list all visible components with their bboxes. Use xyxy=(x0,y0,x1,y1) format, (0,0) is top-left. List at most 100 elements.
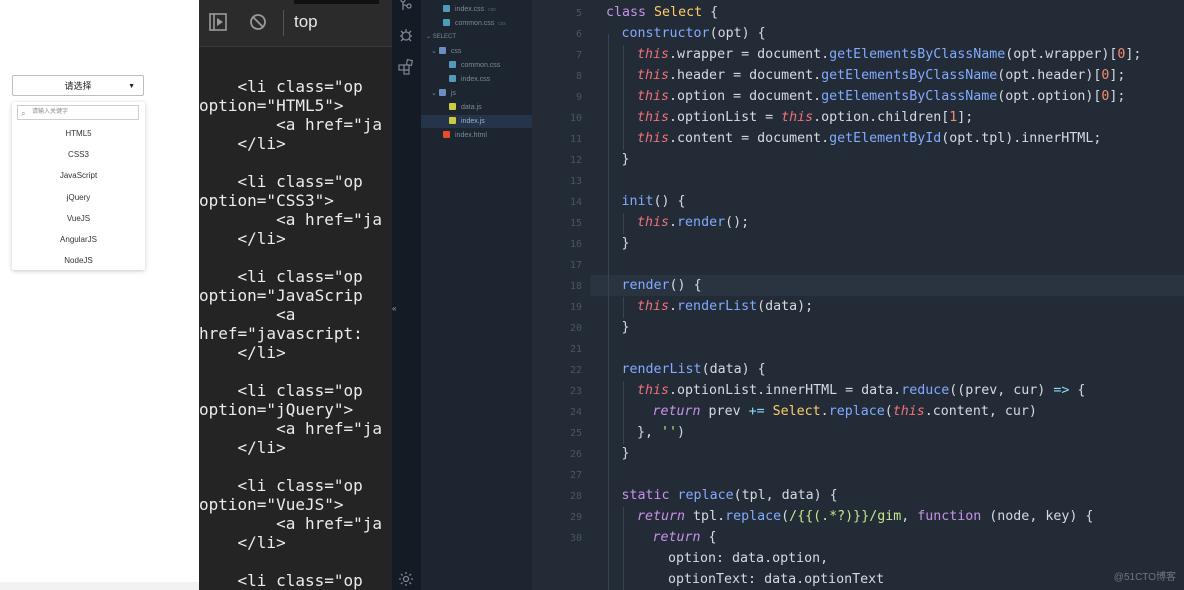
extensions-icon[interactable] xyxy=(398,59,414,75)
vscode-explorer: index.css css common.css css ⌄ SELECT ⌄ cs… xyxy=(392,0,532,590)
code-token: (data) { xyxy=(701,362,766,377)
settings-gear-icon[interactable] xyxy=(398,571,414,587)
option-item[interactable]: jQuery xyxy=(12,187,145,208)
option-item[interactable]: HTML5 xyxy=(12,123,145,144)
indent-guide xyxy=(623,507,624,590)
line-number: 11 xyxy=(569,134,582,145)
select-dropdown-panel: ⌕ 请输入关键字 HTML5 CSS3 JavaScript jQuery Vu… xyxy=(12,102,145,270)
code-token: (node, key) { xyxy=(981,509,1094,524)
code-token: { xyxy=(702,5,719,20)
code-line: this.option = document.getElementsByClas… xyxy=(637,86,1125,107)
line-number: 28 xyxy=(569,491,582,502)
panel-collapse-icon[interactable]: « xyxy=(392,304,396,313)
search-input[interactable]: ⌕ 请输入关键字 xyxy=(17,105,139,120)
devtools-elements-panel: top <li class="op option="HTML5"> <a hre… xyxy=(199,0,392,590)
line-number: 25 xyxy=(569,428,582,439)
code-token: ]; xyxy=(1109,89,1126,104)
code-line: optionText: data.optionText xyxy=(668,569,884,590)
option-item[interactable]: VueJS xyxy=(12,208,145,229)
code-line: }, '') xyxy=(637,422,685,443)
code-token: ((prev, cur) xyxy=(949,383,1054,398)
source-line: option="HTML5"> xyxy=(199,96,344,115)
code-line: this.optionList.innerHTML = data.reduce(… xyxy=(637,380,1085,401)
source-line: </li> xyxy=(199,533,286,552)
option-item[interactable]: AngularJS xyxy=(12,229,145,250)
source-line: <li class="op xyxy=(199,172,363,191)
option-item[interactable]: JavaScript xyxy=(12,165,145,186)
code-token: this xyxy=(892,404,925,419)
code-token: replace xyxy=(828,404,885,419)
code-token: .header = document. xyxy=(669,68,822,83)
code-token: ( xyxy=(781,509,790,524)
sidebar-toggle-icon[interactable] xyxy=(209,13,227,31)
chevron-down-icon: ⌄ xyxy=(426,34,433,40)
line-number: 30 xyxy=(569,533,582,544)
line-number: 21 xyxy=(569,344,582,355)
code-token: (opt.tpl).innerHTML; xyxy=(941,131,1102,146)
toolbar-top-bar xyxy=(294,0,379,4)
code-token: reduce xyxy=(901,383,950,398)
indent-guide xyxy=(623,297,624,318)
code-line: return tpl.replace(/{{(.*?)}}/gim, funct… xyxy=(637,506,1093,527)
code-line: static replace(tpl, data) { xyxy=(622,485,838,506)
code-token: , xyxy=(901,509,918,524)
folder-item[interactable]: ⌄ js xyxy=(431,87,456,100)
file-item[interactable]: common.css css xyxy=(443,17,506,30)
code-token: (); xyxy=(725,215,750,230)
code-token: (opt.option)[ xyxy=(997,89,1102,104)
code-line: constructor(opt) { xyxy=(622,23,766,44)
select-dropdown-header[interactable]: 请选择 ▼ xyxy=(12,75,144,96)
file-item[interactable]: index.html xyxy=(443,129,487,142)
debug-icon[interactable] xyxy=(398,27,414,43)
html-file-icon xyxy=(443,131,450,138)
line-number: 6 xyxy=(575,29,582,40)
code-token: static xyxy=(621,488,678,503)
code-token: this xyxy=(637,89,670,104)
code-editor[interactable]: 5 6 7 8 9 10 11 12 13 14 15 16 17 18 19 … xyxy=(532,0,1184,590)
source-line: <li class="op xyxy=(199,571,363,590)
indent-guide xyxy=(623,45,624,150)
clear-console-icon[interactable] xyxy=(249,13,267,31)
option-item[interactable]: CSS3 xyxy=(12,144,145,165)
source-line: <a href="ja xyxy=(199,115,383,134)
folder-item[interactable]: ⌄ css xyxy=(431,45,461,58)
activity-bar xyxy=(392,0,421,590)
file-item[interactable]: common.css xyxy=(449,59,500,72)
code-token: this xyxy=(637,299,670,314)
line-number: 20 xyxy=(569,323,582,334)
line-number: 12 xyxy=(569,155,582,166)
source-line: option="JavaScrip xyxy=(199,286,363,305)
code-token: . xyxy=(669,215,678,230)
option-list: HTML5 CSS3 JavaScript jQuery VueJS Angul… xyxy=(12,123,145,271)
code-token: option: data.option, xyxy=(668,551,829,566)
option-item[interactable]: NodeJS xyxy=(12,250,145,271)
code-line: this.render(); xyxy=(637,212,749,233)
code-token: ]; xyxy=(1109,68,1126,83)
code-line: init() { xyxy=(622,191,686,212)
code-token: += xyxy=(748,404,765,419)
code-line: this.header = document.getElementsByClas… xyxy=(637,65,1125,86)
source-line: <a xyxy=(199,305,296,324)
line-number: 22 xyxy=(569,365,582,376)
file-item[interactable]: index.css css xyxy=(443,3,496,16)
line-number: 8 xyxy=(575,71,582,82)
code-token: prev xyxy=(700,404,749,419)
code-token: renderList xyxy=(621,362,702,377)
source-control-icon[interactable] xyxy=(398,0,414,12)
source-line: href="javascript: xyxy=(199,324,363,343)
source-line: option="jQuery"> xyxy=(199,400,354,419)
folder-item-root[interactable]: ⌄ SELECT xyxy=(426,31,456,44)
code-token: init xyxy=(621,194,654,209)
code-token: .optionList = xyxy=(669,110,782,125)
file-item-active[interactable]: index.js xyxy=(421,115,532,128)
line-number: 27 xyxy=(569,470,582,481)
code-token: this xyxy=(637,383,670,398)
file-item[interactable]: index.css xyxy=(449,73,490,86)
code-token: (opt) { xyxy=(709,26,766,41)
line-number: 18 xyxy=(569,281,582,292)
code-token: tpl. xyxy=(685,509,726,524)
code-token: .content = document. xyxy=(669,131,830,146)
code-token: { xyxy=(700,530,717,545)
file-item[interactable]: data.js xyxy=(449,101,482,114)
context-selector[interactable]: top xyxy=(294,12,318,32)
